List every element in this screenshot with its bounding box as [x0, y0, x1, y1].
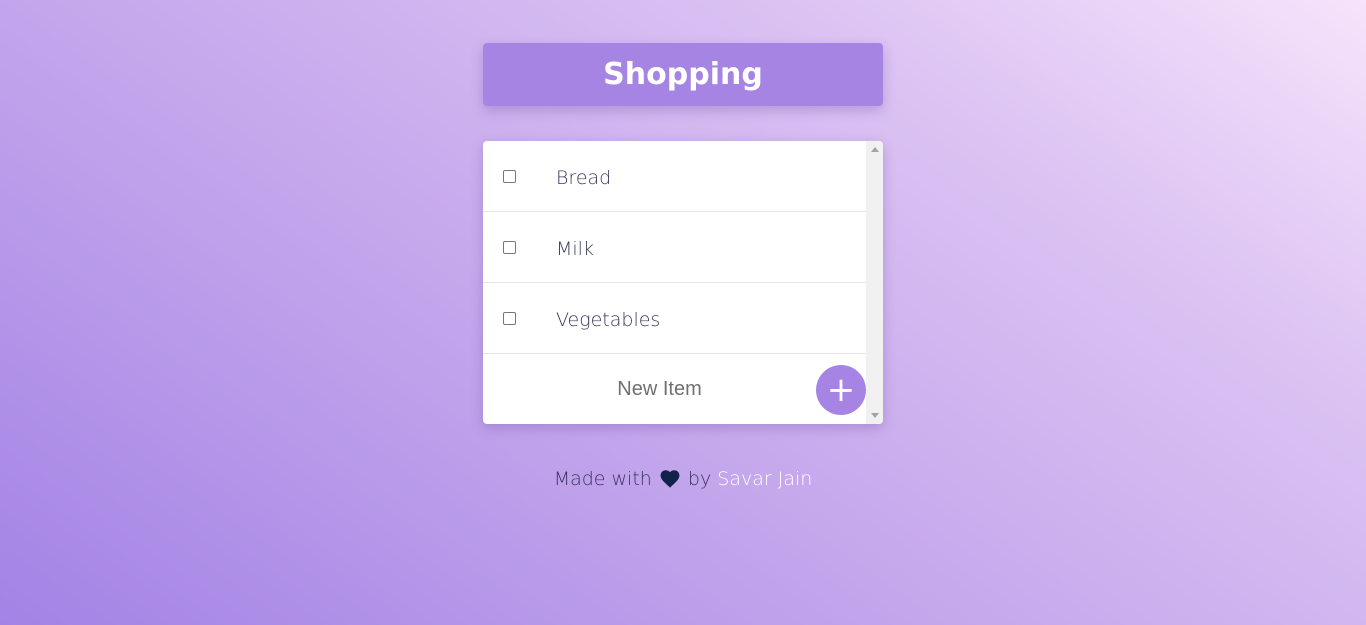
- item-label: Milk: [556, 238, 594, 260]
- heart-icon: [660, 469, 680, 495]
- list-item: Milk: [483, 212, 866, 283]
- new-item-row: +: [483, 354, 866, 424]
- scroll-down-arrow-icon[interactable]: [871, 413, 879, 418]
- footer: Made with by Savar Jain: [0, 466, 1366, 495]
- page-header: Shopping: [483, 43, 883, 106]
- item-checkbox[interactable]: [503, 312, 516, 325]
- page-title: Shopping: [603, 57, 763, 92]
- list-item: Bread: [483, 141, 866, 212]
- author-link[interactable]: Savar Jain: [717, 468, 812, 490]
- scroll-up-arrow-icon[interactable]: [871, 147, 879, 152]
- list-scrollbar[interactable]: [866, 141, 883, 424]
- shopping-list: Bread Milk Vegetables +: [483, 141, 866, 424]
- item-label: Bread: [556, 167, 612, 189]
- item-label: Vegetables: [556, 309, 661, 331]
- footer-prefix: Made with: [553, 468, 652, 490]
- item-checkbox[interactable]: [503, 170, 516, 183]
- new-item-input[interactable]: [483, 366, 836, 412]
- list-item: Vegetables: [483, 283, 866, 354]
- add-item-button[interactable]: +: [816, 365, 866, 415]
- footer-by: by: [687, 468, 712, 490]
- shopping-list-card: Bread Milk Vegetables +: [483, 141, 883, 424]
- item-checkbox[interactable]: [503, 241, 516, 254]
